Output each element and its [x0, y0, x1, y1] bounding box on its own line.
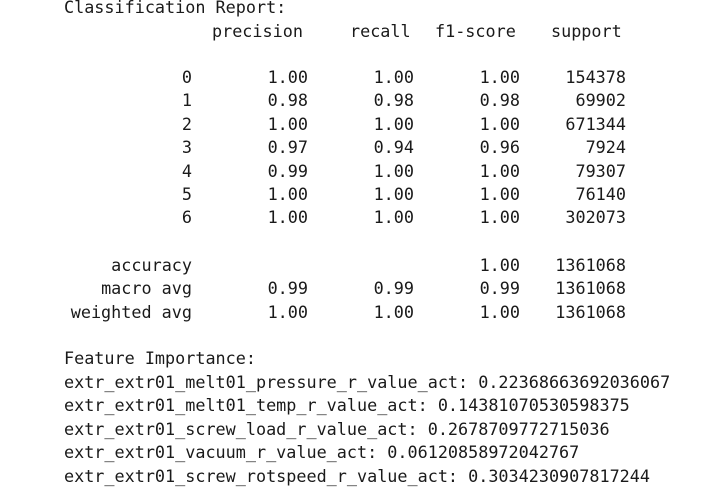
cell-f1-score: 0.96	[479, 137, 520, 158]
row-label: macro avg	[101, 278, 192, 299]
cell-precision: 0.97	[267, 137, 308, 158]
table-row: 4 0.99 1.00 1.00 79307	[0, 160, 716, 183]
feature-importance-title: Feature Importance:	[64, 348, 256, 368]
header-precision: precision	[212, 21, 303, 41]
cell-recall: 1.00	[373, 301, 414, 322]
cell-recall: 1.00	[373, 184, 414, 204]
cell-support: 69902	[575, 90, 626, 111]
cell-support: 1361068	[555, 301, 626, 322]
cell-support: 1361068	[555, 278, 626, 299]
cell-recall: 0.94	[373, 137, 414, 158]
cell-f1-score: 0.99	[479, 278, 520, 299]
cell-f1-score: 1.00	[479, 67, 520, 87]
table-row: 3 0.97 0.94 0.96 7924	[0, 136, 716, 159]
row-label: weighted avg	[70, 301, 192, 322]
cell-support: 302073	[565, 207, 626, 228]
table-row: weighted avg 1.00 1.00 1.00 1361068	[0, 301, 716, 324]
cell-f1-score: 1.00	[479, 301, 520, 322]
cell-precision: 0.99	[267, 160, 308, 181]
header-recall: recall	[350, 21, 411, 41]
console-output: Classification Report: precision recall …	[0, 0, 716, 492]
table-row: 6 1.00 1.00 1.00 302073	[0, 206, 716, 229]
row-label: 5	[181, 184, 192, 204]
row-label: 2	[181, 113, 192, 134]
cell-precision: 1.00	[267, 207, 308, 228]
cell-recall: 0.98	[373, 90, 414, 111]
row-label: 4	[181, 160, 192, 181]
cell-f1-score: 1.00	[479, 207, 520, 228]
cell-precision: 1.00	[267, 67, 308, 87]
table-row: 1 0.98 0.98 0.98 69902	[0, 89, 716, 112]
cell-recall: 1.00	[373, 207, 414, 228]
header-f1-score: f1-score	[435, 21, 516, 41]
feature-importance-item: extr_extr01_screw_load_r_value_act: 0.26…	[64, 418, 610, 439]
cell-support: 671344	[565, 113, 626, 134]
cell-f1-score: 0.98	[479, 90, 520, 111]
cell-support: 76140	[575, 184, 626, 204]
cell-precision: 1.00	[267, 301, 308, 322]
table-row: macro avg 0.99 0.99 0.99 1361068	[0, 277, 716, 300]
cell-recall: 1.00	[373, 113, 414, 134]
feature-importance-item: extr_extr01_melt01_pressure_r_value_act:…	[64, 372, 671, 392]
cell-precision: 1.00	[267, 184, 308, 204]
feature-importance-item: extr_extr01_melt01_temp_r_value_act: 0.1…	[64, 395, 630, 416]
table-row: accuracy 1.00 1361068	[0, 254, 716, 277]
row-label: 3	[181, 137, 192, 158]
cell-support: 79307	[575, 160, 626, 181]
feature-importance-item: extr_extr01_vacuum_r_value_act: 0.061208…	[64, 442, 580, 463]
cell-precision: 1.00	[267, 113, 308, 134]
cell-f1-score: 1.00	[479, 255, 520, 275]
header-support: support	[551, 21, 622, 41]
cell-f1-score: 1.00	[479, 113, 520, 134]
cell-recall: 1.00	[373, 67, 414, 87]
report-title: Classification Report:	[64, 0, 287, 17]
cell-support: 7924	[585, 137, 626, 158]
cell-support: 154378	[565, 67, 626, 87]
cell-precision: 0.99	[267, 278, 308, 299]
row-label: 6	[181, 207, 192, 228]
row-label: accuracy	[111, 255, 192, 275]
row-label: 1	[181, 90, 192, 111]
cell-support: 1361068	[555, 255, 626, 275]
table-row: 5 1.00 1.00 1.00 76140	[0, 183, 716, 206]
cell-f1-score: 1.00	[479, 184, 520, 204]
report-header-row: precision recall f1-score support	[0, 20, 716, 43]
cell-precision: 0.98	[267, 90, 308, 111]
table-row: 0 1.00 1.00 1.00 154378	[0, 66, 716, 89]
cell-recall: 0.99	[373, 278, 414, 299]
feature-importance-item: extr_extr01_screw_rotspeed_r_value_act: …	[64, 465, 650, 486]
cell-recall: 1.00	[373, 160, 414, 181]
row-label: 0	[181, 67, 192, 87]
cell-f1-score: 1.00	[479, 160, 520, 181]
table-row: 2 1.00 1.00 1.00 671344	[0, 113, 716, 136]
